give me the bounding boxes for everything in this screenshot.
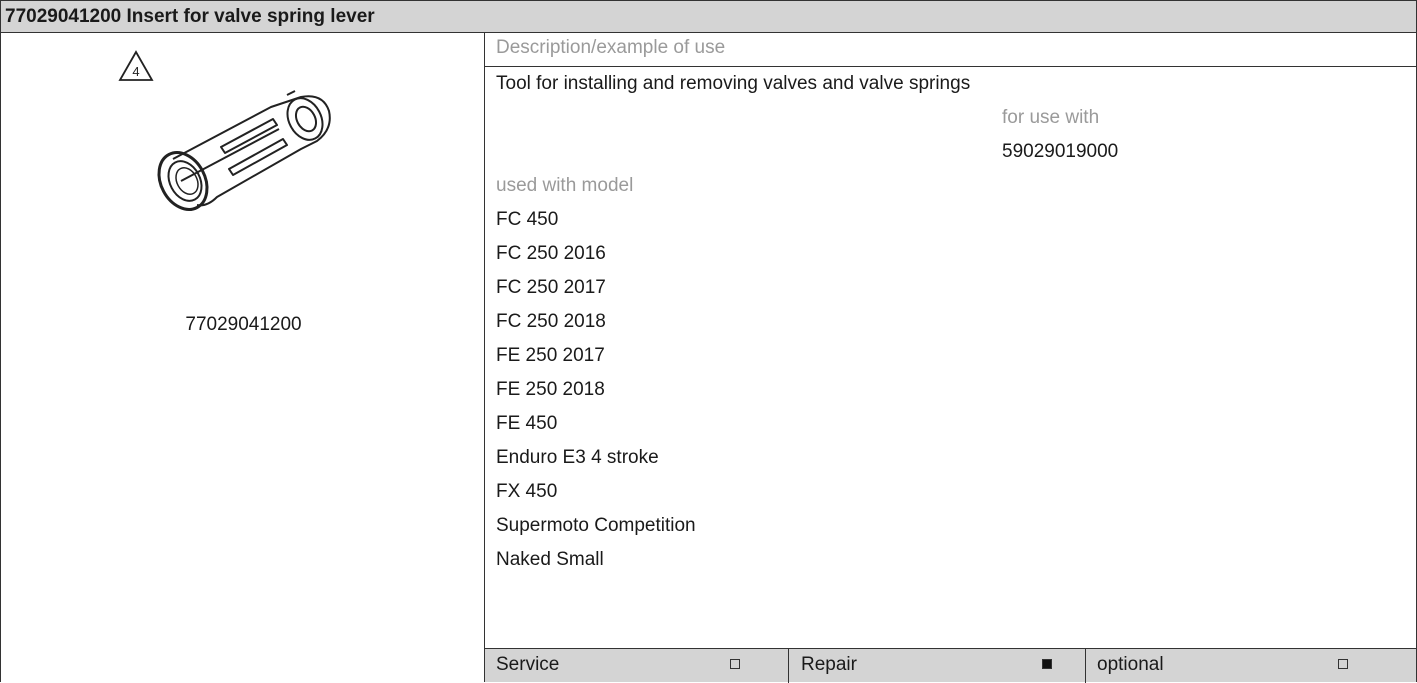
model-item: Supermoto Competition [496, 515, 696, 536]
model-item: Enduro E3 4 stroke [496, 447, 659, 468]
model-item: FE 450 [496, 413, 558, 434]
for-use-with-label: for use with [1002, 107, 1100, 128]
tool-sheet: 77029041200 Insert for valve spring leve… [0, 0, 1417, 683]
service-checkbox [730, 659, 740, 669]
divider [788, 649, 789, 683]
divider [485, 66, 1416, 67]
for-use-with-value: 59029019000 [1002, 141, 1119, 162]
optional-checkbox [1338, 659, 1348, 669]
sheet-title: 77029041200 Insert for valve spring leve… [0, 0, 1417, 33]
warning-triangle-icon: 4 [118, 50, 154, 81]
description-text: Tool for installing and removing valves … [496, 73, 971, 94]
details-panel: Description/example of use Tool for inst… [485, 33, 1417, 683]
valve-spring-insert-icon [157, 90, 331, 211]
description-label: Description/example of use [496, 37, 726, 58]
warning-number: 4 [132, 64, 139, 79]
repair-checkbox [1042, 659, 1052, 669]
model-item: FC 250 2017 [496, 277, 606, 298]
model-item: FE 250 2017 [496, 345, 605, 366]
service-label: Service [496, 654, 560, 675]
model-item: FC 250 2016 [496, 243, 606, 264]
optional-label: optional [1097, 654, 1164, 675]
model-item: FC 450 [496, 209, 559, 230]
divider [1085, 649, 1086, 683]
model-item: FC 250 2018 [496, 311, 606, 332]
part-number-caption: 77029041200 [185, 314, 302, 335]
repair-label: Repair [801, 654, 857, 675]
illustration-panel: 4 77029041200 [0, 33, 485, 682]
model-item: FX 450 [496, 481, 558, 502]
usage-category-row: Service Repair optional [485, 648, 1416, 683]
model-item: FE 250 2018 [496, 379, 605, 400]
used-with-model-label: used with model [496, 175, 634, 196]
model-item: Naked Small [496, 549, 604, 570]
